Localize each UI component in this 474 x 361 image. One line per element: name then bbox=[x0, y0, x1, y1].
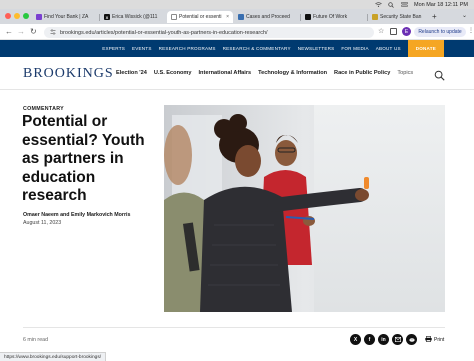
nav-about-us[interactable]: ABOUT US bbox=[376, 46, 401, 51]
close-tab-icon[interactable]: × bbox=[226, 14, 229, 20]
tab-search-chevron-icon[interactable]: ⌄ bbox=[462, 12, 467, 19]
nav-race-public-policy[interactable]: Race in Public Policy bbox=[334, 70, 390, 76]
nav-research-programs[interactable]: RESEARCH PROGRAMS bbox=[159, 46, 216, 51]
print-button[interactable]: Print bbox=[425, 336, 444, 344]
browser-tab[interactable]: Future Of Work bbox=[301, 11, 367, 23]
relaunch-update-button[interactable]: Relaunch to update bbox=[414, 27, 466, 37]
control-center-icon[interactable] bbox=[401, 2, 408, 7]
tab-favicon-icon bbox=[238, 14, 244, 20]
browser-tab[interactable]: X Erica Wissick (@111 bbox=[100, 11, 166, 23]
nav-for-media[interactable]: FOR MEDIA bbox=[341, 46, 368, 51]
macos-menubar: Mon Mar 18 12:11 PM bbox=[0, 0, 474, 9]
brookings-logo[interactable]: BROOKINGS bbox=[23, 66, 114, 82]
facebook-icon[interactable]: f bbox=[364, 334, 375, 345]
reload-icon[interactable]: ↻ bbox=[30, 27, 37, 37]
main-nav: Election '24 U.S. Economy International … bbox=[116, 70, 413, 76]
linkedin-icon[interactable]: in bbox=[378, 334, 389, 345]
printer-icon bbox=[425, 336, 432, 344]
forward-arrow-icon[interactable]: → bbox=[17, 27, 25, 37]
article-divider bbox=[23, 327, 445, 328]
article-hero-image bbox=[164, 105, 445, 312]
search-icon[interactable] bbox=[434, 68, 445, 81]
url-text[interactable]: brookings.edu/articles/potential-or-esse… bbox=[60, 30, 268, 36]
tab-favicon-icon bbox=[305, 14, 311, 20]
read-time: 6 min read bbox=[23, 337, 49, 343]
wifi-icon[interactable] bbox=[375, 2, 382, 7]
new-tab-icon[interactable]: + bbox=[432, 12, 437, 22]
print-label: Print bbox=[434, 337, 445, 343]
article-headline: Potential or essential? Youth as partner… bbox=[22, 113, 145, 204]
more-menu-icon[interactable]: ⋮ bbox=[468, 27, 474, 34]
minimize-window-button[interactable] bbox=[14, 13, 20, 19]
donate-button[interactable]: DONATE bbox=[407, 40, 444, 57]
close-window-button[interactable] bbox=[5, 13, 11, 19]
tab-favicon-icon bbox=[36, 14, 42, 20]
reddit-icon[interactable] bbox=[406, 334, 417, 345]
x-icon[interactable]: X bbox=[350, 334, 361, 345]
nav-topics[interactable]: Topics bbox=[397, 70, 413, 76]
bookmark-star-icon[interactable]: ☆ bbox=[378, 27, 384, 35]
browser-tab-strip: Find Your Bank | ZA X Erica Wissick (@11… bbox=[0, 9, 474, 24]
side-panel-icon[interactable] bbox=[390, 28, 397, 35]
browser-tab[interactable]: Find Your Bank | ZA bbox=[32, 11, 98, 23]
back-arrow-icon[interactable]: ← bbox=[5, 27, 13, 37]
email-icon[interactable] bbox=[392, 334, 403, 345]
link-status-bar: https://www.brookings.edu/support-brooki… bbox=[0, 352, 107, 361]
nav-election-24[interactable]: Election '24 bbox=[116, 70, 147, 76]
nav-research-commentary[interactable]: RESEARCH & COMMENTARY bbox=[223, 46, 291, 51]
nav-newsletters[interactable]: NEWSLETTERS bbox=[298, 46, 335, 51]
browser-tab[interactable]: Security State Ban bbox=[368, 11, 430, 23]
address-bar[interactable]: brookings.edu/articles/potential-or-esse… bbox=[44, 27, 374, 38]
nav-experts[interactable]: EXPERTS bbox=[102, 46, 125, 51]
search-icon[interactable] bbox=[388, 1, 395, 8]
article-date: August 11, 2023 bbox=[23, 220, 62, 226]
nav-us-economy[interactable]: U.S. Economy bbox=[154, 70, 192, 76]
nav-technology-information[interactable]: Technology & Information bbox=[258, 70, 327, 76]
window-controls bbox=[5, 13, 29, 19]
menubar-datetime[interactable]: Mon Mar 18 12:11 PM bbox=[414, 2, 468, 8]
nav-international-affairs[interactable]: International Affairs bbox=[199, 70, 252, 76]
site-header: BROOKINGS Election '24 U.S. Economy Inte… bbox=[0, 57, 474, 90]
tab-favicon-icon bbox=[372, 14, 378, 20]
fullscreen-window-button[interactable] bbox=[23, 13, 29, 19]
nav-events[interactable]: EVENTS bbox=[132, 46, 152, 51]
article-authors[interactable]: Omaer Naeem and Emily Markovich Morris bbox=[23, 212, 130, 218]
article-kicker[interactable]: COMMENTARY bbox=[23, 106, 64, 112]
browser-tab-active[interactable]: Potential or essenti × bbox=[167, 11, 233, 23]
x-icon: X bbox=[104, 14, 110, 20]
share-bar: X f in bbox=[350, 334, 417, 345]
browser-tab[interactable]: Cases and Proceed bbox=[234, 11, 300, 23]
site-info-icon[interactable] bbox=[50, 28, 56, 37]
profile-avatar[interactable]: E bbox=[402, 27, 411, 36]
browser-toolbar: ← → ↻ brookings.edu/articles/potential-o… bbox=[0, 24, 474, 40]
site-utility-nav: EXPERTS EVENTS RESEARCH PROGRAMS RESEARC… bbox=[0, 40, 474, 57]
tab-favicon-icon bbox=[171, 14, 177, 20]
